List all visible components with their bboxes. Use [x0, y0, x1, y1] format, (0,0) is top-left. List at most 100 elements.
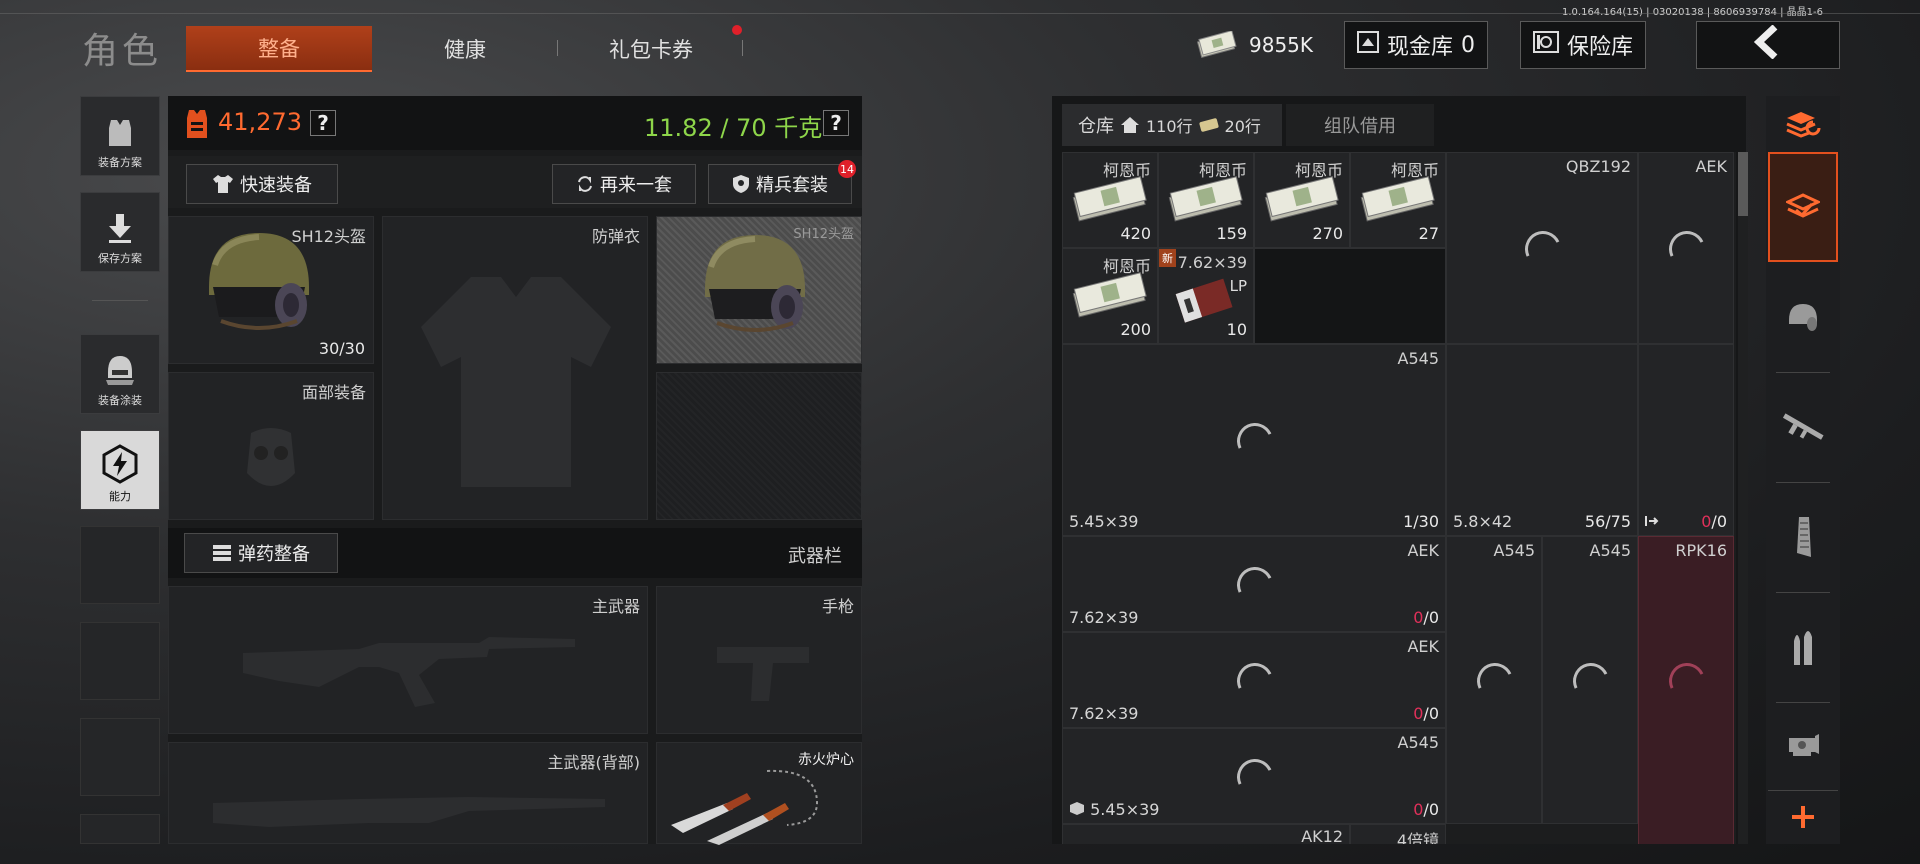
ticket-icon	[1199, 118, 1219, 132]
armor-label: 防弹衣	[591, 227, 640, 246]
loading-spinner-icon	[1567, 657, 1615, 705]
safe-icon	[1532, 31, 1559, 59]
item-caliber: 7.62×39	[1069, 704, 1139, 723]
tab-health[interactable]: 健康	[372, 26, 558, 72]
item-name: AEK	[1695, 157, 1727, 176]
storage-item-cash[interactable]: 柯恩币 27	[1350, 152, 1446, 248]
layers-sort-icon[interactable]	[1768, 96, 1838, 152]
loading-spinner-icon	[1471, 657, 1519, 705]
storage-item-cash[interactable]: 柯恩币 200	[1062, 248, 1158, 344]
filter-bar	[1766, 96, 1840, 844]
storage-tab-label: 仓库	[1078, 116, 1114, 137]
elite-set-button[interactable]: 精兵套装	[708, 164, 852, 204]
helmet-slot[interactable]: SH12头盔 30/30	[168, 216, 374, 364]
storage-item-weapon[interactable]: QBZ192	[1446, 152, 1638, 344]
bullet-icon[interactable]	[1768, 592, 1838, 702]
loading-spinner-icon	[1231, 561, 1279, 609]
elite-set-label: 精兵套装	[756, 175, 828, 196]
money-display: 9855K	[1195, 21, 1313, 69]
loading-spinner-icon	[1231, 657, 1279, 705]
quick-equip-button[interactable]: 快速装备	[186, 164, 338, 204]
new-badge: 新	[1159, 249, 1176, 267]
ammo-count-max: /0	[1711, 512, 1727, 531]
storage-item-weapon[interactable]: AEK 7.62×39 0/0	[1062, 536, 1446, 632]
storage-item-scope[interactable]: 4倍镜	[1350, 824, 1446, 844]
storage-item-cash[interactable]: 柯恩币 159	[1158, 152, 1254, 248]
storage-item-weapon[interactable]: 5.8×42 56/75	[1446, 344, 1638, 536]
value-help-button[interactable]: ?	[310, 110, 336, 136]
sidebar-label: 保存方案	[98, 252, 142, 265]
item-name: AEK	[1407, 637, 1439, 656]
pistol-slot[interactable]: 手枪	[656, 586, 862, 734]
sidebar-label: 装备方案	[98, 156, 142, 169]
storage-item-weapon[interactable]: AK12	[1062, 824, 1350, 844]
rifle-silhouette-icon	[213, 797, 605, 827]
storage-item-weapon[interactable]: A545 5.45×39 1/30	[1062, 344, 1446, 536]
armor-slot[interactable]: 防弹衣	[382, 216, 648, 520]
tab-storage[interactable]: 仓库 110行 20行	[1062, 104, 1282, 146]
reroll-label: 再来一套	[600, 175, 672, 196]
tab-equip[interactable]: 整备	[186, 26, 372, 72]
storage-scrollbar-thumb[interactable]	[1738, 152, 1748, 216]
tab-team-borrow[interactable]: 组队借用	[1286, 104, 1434, 146]
storage-item-cash[interactable]: 柯恩币 270	[1254, 152, 1350, 248]
sidebar-item-save-plan[interactable]: 保存方案	[80, 192, 160, 272]
cash-stack-icon	[1072, 176, 1147, 222]
backpack-slot[interactable]	[656, 372, 862, 520]
back-button[interactable]	[1696, 21, 1840, 69]
sidebar-label: 能力	[109, 490, 131, 503]
storage-item-cash[interactable]: 柯恩币 420	[1062, 152, 1158, 248]
tab-gift-cards[interactable]: 礼包卡券	[558, 26, 744, 72]
ammo-count-max: /0	[1423, 608, 1439, 627]
storage-item-weapon[interactable]: 0/0	[1638, 344, 1734, 536]
item-count: 0/0	[1413, 800, 1439, 819]
cash-stack-icon	[1195, 31, 1239, 59]
rifle-silhouette-icon	[243, 637, 575, 707]
box-icon	[1070, 802, 1084, 815]
rifle-icon[interactable]	[1768, 372, 1838, 482]
sidebar-item-equip-paint[interactable]: 装备涂装	[80, 334, 160, 414]
primary-weapon-slot[interactable]: 主武器	[168, 586, 648, 734]
item-name: QBZ192	[1565, 157, 1631, 176]
melee-slot[interactable]: 赤火炉心	[656, 742, 862, 845]
item-count: 270	[1312, 224, 1343, 243]
primary-back-slot[interactable]: 主武器(背部)	[168, 742, 648, 844]
storage-stack-icon[interactable]	[1768, 152, 1838, 262]
storage-scrollbar[interactable]	[1738, 152, 1748, 844]
storage-item-weapon[interactable]: A545	[1542, 536, 1638, 824]
storage-item-weapon[interactable]: AEK	[1638, 152, 1734, 344]
sidebar-item-loadout-plan[interactable]: 装备方案	[80, 96, 160, 176]
weight-current: 11.82	[644, 114, 713, 142]
storage-item-weapon[interactable]: RPK16	[1638, 536, 1734, 844]
ammo-count-current: 0	[1413, 704, 1424, 723]
add-icon[interactable]	[1768, 790, 1838, 842]
reroll-button[interactable]: 再来一套	[552, 164, 696, 204]
helmet-durability: 30/30	[318, 339, 365, 358]
helmet-icon[interactable]	[1768, 262, 1838, 372]
sidebar-item-ability[interactable]: 能力	[80, 430, 160, 510]
storage-item-ammo[interactable]: 7.62×39 新 LP 10	[1158, 248, 1254, 344]
attach-arrow-icon	[1645, 516, 1659, 526]
safe-button[interactable]: 保险库	[1520, 21, 1646, 69]
scope-icon[interactable]	[1768, 702, 1838, 788]
weight-max: 70	[736, 114, 767, 142]
cash-vault-button[interactable]: 现金库 0	[1344, 21, 1488, 69]
refresh-icon	[578, 176, 592, 192]
face-slot[interactable]: 面部装备	[168, 372, 374, 520]
sidebar-divider	[92, 300, 148, 301]
gas-mask-icon	[247, 428, 295, 486]
storage-item-weapon[interactable]: AEK 7.62×39 0/0	[1062, 632, 1446, 728]
vault-box-icon	[1356, 31, 1379, 59]
ammo-equip-button[interactable]: 弹药整备	[184, 533, 338, 573]
ammo-equip-label: 弹药整备	[238, 544, 310, 565]
storage-rows-house: 110行	[1146, 117, 1193, 136]
item-caliber: 5.45×39	[1069, 512, 1139, 531]
ammo-count-max: /0	[1423, 704, 1439, 723]
magazine-icon[interactable]	[1768, 482, 1838, 592]
weight-help-button[interactable]: ?	[823, 110, 849, 136]
storage-item-weapon[interactable]: A545 5.45×39 0/0	[1062, 728, 1446, 824]
page-title: 角色	[82, 31, 163, 72]
storage-item-weapon[interactable]: A545	[1446, 536, 1542, 824]
ammo-count-max: /0	[1423, 800, 1439, 819]
helmet-preview-slot[interactable]: SH12头盔	[656, 216, 862, 364]
